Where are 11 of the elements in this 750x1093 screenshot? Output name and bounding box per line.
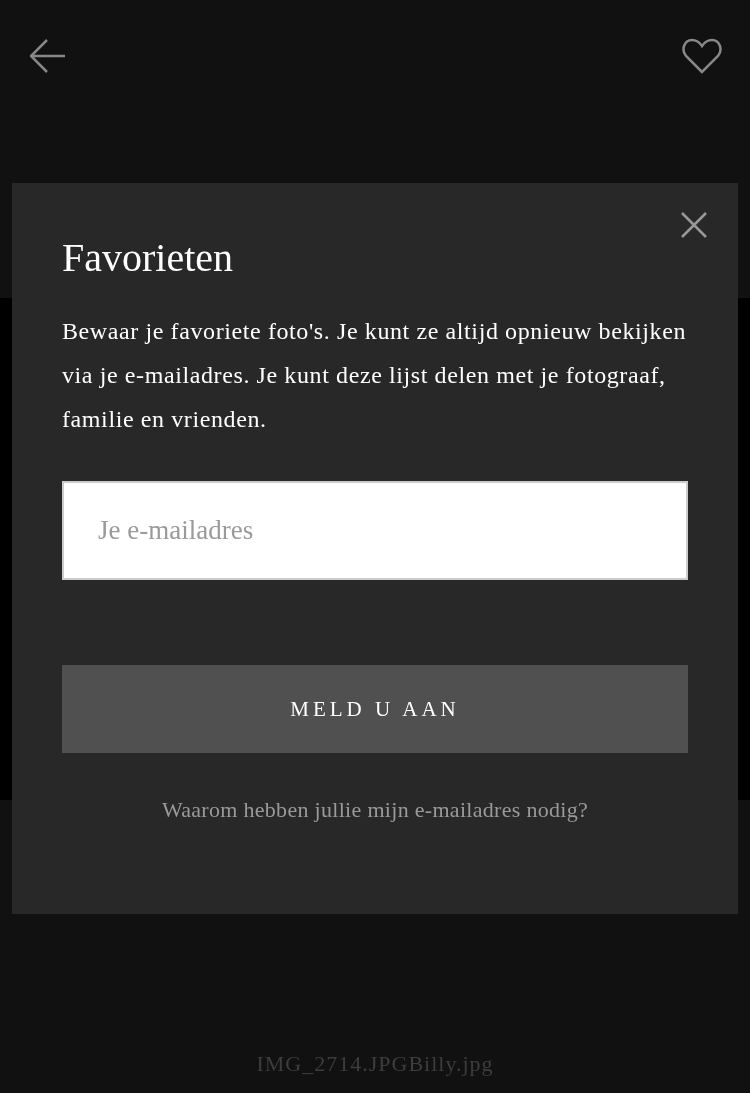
description-text: Bewaar je favoriete foto's. Je kunt ze altijd opnieuw bekijken via je e-mailadres. Je kunt deze lijst delen met je fotograaf, familie en vrienden. <box>62 317 687 434</box>
favorite-button[interactable] <box>682 38 722 74</box>
email-field[interactable]: Je e-mailadres <box>62 481 688 580</box>
back-button[interactable] <box>30 39 66 73</box>
back-arrow-icon <box>30 39 66 73</box>
help-link[interactable]: Waarom hebben jullie mijn e-mailadres nodig? <box>161 797 589 823</box>
sign-up-button[interactable]: MELD U AAN <box>62 665 688 753</box>
close-button[interactable] <box>680 211 708 239</box>
heart-icon <box>682 38 722 74</box>
dialog-title: Favorieten <box>62 235 234 281</box>
close-icon <box>680 211 708 239</box>
